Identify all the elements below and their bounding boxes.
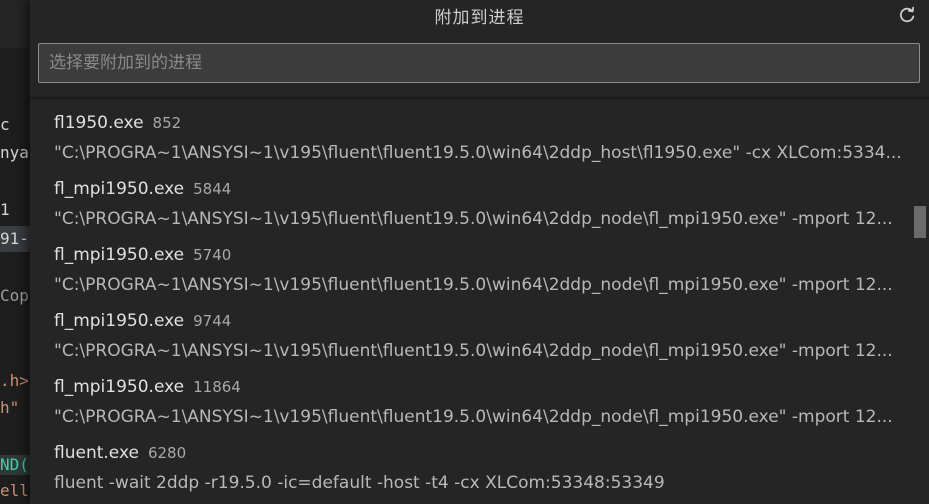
code-fragment: nya — [0, 143, 29, 162]
code-fragment: 1 — [0, 200, 10, 219]
dialog-title-bar: 附加到进程 — [30, 0, 929, 30]
process-search-input[interactable] — [39, 44, 919, 82]
process-list-item[interactable]: fl_mpi1950.exe 11864 "C:\PROGRA~1\ANSYSI… — [30, 372, 910, 438]
process-name: fl_mpi1950.exe — [54, 179, 185, 199]
process-list-item[interactable]: fl_mpi1950.exe 5740 "C:\PROGRA~1\ANSYSI~… — [30, 240, 910, 306]
process-pid: 852 — [152, 114, 182, 132]
process-list-item[interactable]: fl_mpi1950.exe 5844 "C:\PROGRA~1\ANSYSI~… — [30, 174, 910, 240]
process-header: fl_mpi1950.exe 5844 — [54, 174, 231, 204]
process-list-item[interactable]: fluent.exe 6280 fluent -wait 2ddp -r19.5… — [30, 438, 910, 504]
process-command: "C:\PROGRA~1\ANSYSI~1\v195\fluent\fluent… — [54, 275, 893, 295]
process-command-row: "C:\PROGRA~1\ANSYSI~1\v195\fluent\fluent… — [54, 138, 910, 168]
editor-tab-strip — [0, 0, 30, 48]
process-command-row: "C:\PROGRA~1\ANSYSI~1\v195\fluent\fluent… — [54, 336, 910, 366]
process-pid: 6280 — [147, 444, 187, 462]
process-command-row: fluent -wait 2ddp -r19.5.0 -ic=default -… — [54, 468, 910, 498]
process-command-row: "C:\PROGRA~1\ANSYSI~1\v195\fluent\fluent… — [54, 204, 910, 234]
process-pid: 5844 — [193, 180, 232, 198]
process-pid: 9744 — [193, 312, 232, 330]
process-command: "C:\PROGRA~1\ANSYSI~1\v195\fluent\fluent… — [54, 143, 902, 163]
process-list-scrollbar[interactable] — [914, 206, 926, 238]
list-top-shadow — [30, 97, 929, 101]
code-fragment: .h> — [0, 371, 29, 390]
refresh-button[interactable] — [895, 3, 919, 27]
process-command-row: "C:\PROGRA~1\ANSYSI~1\v195\fluent\fluent… — [54, 270, 910, 300]
process-list-item[interactable]: fl1950.exe 852 "C:\PROGRA~1\ANSYSI~1\v19… — [30, 108, 910, 174]
process-header: fl1950.exe 852 — [54, 108, 181, 138]
process-name: fluent.exe — [54, 443, 139, 463]
process-command: "C:\PROGRA~1\ANSYSI~1\v195\fluent\fluent… — [54, 407, 893, 427]
process-command: fluent -wait 2ddp -r19.5.0 -ic=default -… — [54, 473, 665, 493]
refresh-icon — [899, 6, 915, 23]
process-list-item[interactable]: fl_mpi1950.exe 9744 "C:\PROGRA~1\ANSYSI~… — [30, 306, 910, 372]
code-fragment: h" — [0, 398, 20, 417]
process-pid: 5740 — [193, 246, 232, 264]
process-name: fl_mpi1950.exe — [54, 245, 185, 265]
code-fragment: c — [0, 115, 10, 134]
process-command-row: "C:\PROGRA~1\ANSYSI~1\v195\fluent\fluent… — [54, 402, 910, 432]
process-command: "C:\PROGRA~1\ANSYSI~1\v195\fluent\fluent… — [54, 341, 893, 361]
process-pid: 11864 — [193, 378, 241, 396]
code-fragment: Cop — [0, 286, 29, 305]
code-fragment: ell — [0, 481, 29, 500]
process-command: "C:\PROGRA~1\ANSYSI~1\v195\fluent\fluent… — [54, 209, 893, 229]
attach-to-process-dialog: 附加到进程 fl1950.exe 852 "C:\PROGRA~1\ANSYSI… — [30, 0, 929, 504]
process-header: fl_mpi1950.exe 9744 — [54, 306, 231, 336]
code-fragment: ND( — [0, 455, 30, 475]
process-search-box — [38, 43, 920, 83]
process-name: fl_mpi1950.exe — [54, 377, 185, 397]
process-header: fl_mpi1950.exe 5740 — [54, 240, 231, 270]
process-header: fl_mpi1950.exe 11864 — [54, 372, 241, 402]
code-fragment-highlighted: 91- — [0, 226, 30, 252]
process-name: fl1950.exe — [54, 113, 144, 133]
process-header: fluent.exe 6280 — [54, 438, 186, 468]
process-list: fl1950.exe 852 "C:\PROGRA~1\ANSYSI~1\v19… — [30, 97, 929, 504]
process-name: fl_mpi1950.exe — [54, 311, 185, 331]
dialog-title: 附加到进程 — [434, 7, 525, 28]
